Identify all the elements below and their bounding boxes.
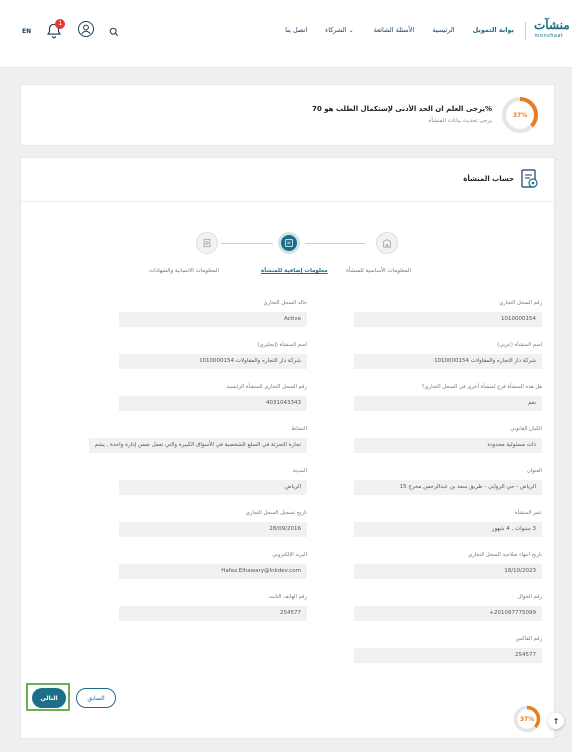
- field-label: تاريخ انتهاء صلاحية السجل التجاري: [468, 552, 542, 558]
- field-label: رقم الهاتف الثابت: [268, 594, 307, 600]
- field-value: 4031043343: [119, 396, 307, 411]
- step-label-additional-info[interactable]: معلومات إضافية للمنشأة: [261, 268, 328, 274]
- bottom-progress-percentage: 37%: [519, 715, 535, 723]
- monshaat-logo[interactable]: منشآت monshaat: [534, 17, 570, 45]
- nav-link-partners[interactable]: الشركاء ⌄: [325, 26, 355, 34]
- field-name-english: اسم المنشأة (إنجليزي) شركة دار التجاره و…: [119, 342, 307, 369]
- nav-link-contact[interactable]: اتصل بنا: [285, 26, 307, 34]
- field-cr-status: حالة السجل التجاري Active: [119, 300, 307, 327]
- field-value: نعم: [354, 396, 542, 411]
- field-city: المدينة الرياض: [119, 468, 307, 495]
- field-activity: النشاط تجارة التجزئة في السلع الشخصية في…: [89, 426, 307, 453]
- user-profile-button[interactable]: [77, 20, 95, 42]
- account-card: حساب المنشأة المعلومات الأساسية للمنشأة …: [20, 157, 555, 739]
- field-label: البريد الإلكتروني: [272, 552, 307, 558]
- step-label-credit-info[interactable]: المعلومات الائتمانية والشهادات: [149, 268, 219, 274]
- field-value: ذات مسئولية محدودة: [354, 438, 542, 453]
- logo-arabic: منشآت: [534, 18, 570, 32]
- field-value: شركة دار التجاره والمقاولات 1010000154: [354, 354, 542, 369]
- field-value: Active: [119, 312, 307, 327]
- field-value: الرياض: [119, 480, 307, 495]
- field-mobile: رقم الجوال 201097775099+: [354, 594, 542, 621]
- step-basic-info[interactable]: [376, 232, 398, 254]
- certificate-icon: [203, 238, 211, 248]
- field-label: العنوان: [526, 468, 542, 474]
- logo-divider: [525, 22, 526, 40]
- field-value: 28/09/2016: [119, 522, 307, 537]
- nav-links: بوابة التمويل الرئيسية الأسئلة الشائعة ا…: [285, 26, 514, 34]
- scroll-to-top-button[interactable]: ↑: [548, 713, 564, 729]
- step-label-basic-info[interactable]: المعلومات الأساسية للمنشأة: [346, 268, 411, 274]
- field-address: العنوان الرياض - حي الروابي - طريق سعد ب…: [354, 468, 542, 495]
- field-value: 1010000154: [354, 312, 542, 327]
- field-label: المدينة: [292, 468, 307, 474]
- field-value: 254577: [354, 648, 542, 663]
- step-additional-info[interactable]: [278, 232, 300, 254]
- form-stepper: المعلومات الأساسية للمنشأة معلومات إضافي…: [21, 232, 554, 292]
- nav-link-faq[interactable]: الأسئلة الشائعة: [374, 26, 415, 34]
- field-legal-entity: الكيان القانوني ذات مسئولية محدودة: [354, 426, 542, 453]
- field-value: الرياض - حي الروابي - طريق سعد بن عبدالر…: [354, 480, 542, 495]
- language-toggle[interactable]: EN: [22, 28, 31, 35]
- field-value: 254577: [119, 606, 307, 621]
- field-value: 18/10/2023: [354, 564, 542, 579]
- chevron-down-icon: ⌄: [348, 27, 354, 34]
- arrow-up-icon: ↑: [552, 716, 560, 726]
- search-button[interactable]: [109, 22, 119, 41]
- field-landline: رقم الهاتف الثابت 254577: [119, 594, 307, 621]
- nav-link-home[interactable]: الرئيسية: [432, 26, 454, 34]
- field-label: تاريخ تسجيل السجل التجاري: [245, 510, 307, 516]
- logo-english: monshaat: [534, 33, 564, 39]
- field-label: رقم الجوال: [517, 594, 542, 600]
- field-label: عمر المنشأة: [514, 510, 542, 516]
- completion-notice-card: 37% يرجى العلم ان الحد الأدنى لإستكمال ا…: [20, 84, 555, 146]
- top-navbar: منشآت monshaat بوابة التمويل الرئيسية ال…: [0, 0, 572, 68]
- field-entity-age: عمر المنشأة 3 سنوات , 4 شهور: [354, 510, 542, 537]
- field-label: هل هذه المنشأة فرع لمنشأة أخرى في السجل …: [421, 384, 542, 390]
- field-value: Hafez.Elhawary@Inkdev.com: [119, 564, 307, 579]
- user-icon: [78, 21, 95, 37]
- field-label: رقم السجل التجاري: [499, 300, 542, 306]
- building-icon: [383, 239, 391, 248]
- field-value: 201097775099+: [354, 606, 542, 621]
- id-card-icon: [285, 239, 293, 247]
- progress-percentage: 37%: [512, 111, 528, 119]
- search-icon: [109, 27, 119, 36]
- document-settings-icon: [521, 169, 538, 188]
- account-title: حساب المنشأة: [463, 175, 514, 183]
- stepper-connector: [221, 243, 273, 244]
- field-label: رقم السجل التجاري للمنشأة الرئيسية: [226, 384, 307, 390]
- field-name-arabic: اسم المنشأة (عربي) شركة دار التجاره والم…: [354, 342, 542, 369]
- notifications-button[interactable]: 1: [45, 19, 66, 40]
- field-label: اسم المنشأة (عربي): [497, 342, 542, 348]
- notice-subtitle: يرجى تحديث بيانات المنشأة: [428, 118, 492, 124]
- bottom-progress-ring: 37%: [512, 704, 542, 734]
- step-credit-info[interactable]: [196, 232, 218, 254]
- field-is-branch: هل هذه المنشأة فرع لمنشأة أخرى في السجل …: [354, 384, 542, 411]
- stepper-connector: [305, 243, 365, 244]
- field-label: اسم المنشأة (إنجليزي): [257, 342, 307, 348]
- field-value: شركة دار التجاره والمقاولات 1010000154: [119, 354, 307, 369]
- field-label: الكيان القانوني: [510, 426, 542, 432]
- field-value: 3 سنوات , 4 شهور: [354, 522, 542, 537]
- field-label: النشاط: [291, 426, 307, 432]
- field-fax: رقم الفاكس 254577: [354, 636, 542, 663]
- account-card-header: حساب المنشأة: [21, 158, 554, 202]
- field-label: رقم الفاكس: [515, 636, 542, 642]
- nav-link-partners-label: الشركاء: [325, 26, 347, 34]
- field-cr-registration-date: تاريخ تسجيل السجل التجاري 28/09/2016: [119, 510, 307, 537]
- previous-button[interactable]: السابق: [76, 688, 116, 708]
- field-cr-expiry: تاريخ انتهاء صلاحية السجل التجاري 18/10/…: [354, 552, 542, 579]
- field-label: حالة السجل التجاري: [263, 300, 307, 306]
- field-cr-number: رقم السجل التجاري 1010000154: [354, 300, 542, 327]
- next-button[interactable]: التالي: [32, 688, 66, 708]
- notice-title: يرجى العلم ان الحد الأدنى لإستكمال الطلب…: [312, 105, 492, 113]
- notification-badge: 1: [55, 19, 66, 29]
- field-value: تجارة التجزئة في السلع الشخصية في الأسوا…: [89, 438, 307, 453]
- field-main-cr: رقم السجل التجاري للمنشأة الرئيسية 40310…: [119, 384, 307, 411]
- nav-actions: EN 1: [22, 19, 119, 42]
- nav-link-finance-portal[interactable]: بوابة التمويل: [473, 26, 514, 34]
- completion-progress-ring: 37%: [500, 95, 540, 135]
- field-email: البريد الإلكتروني Hafez.Elhawary@Inkdev.…: [119, 552, 307, 579]
